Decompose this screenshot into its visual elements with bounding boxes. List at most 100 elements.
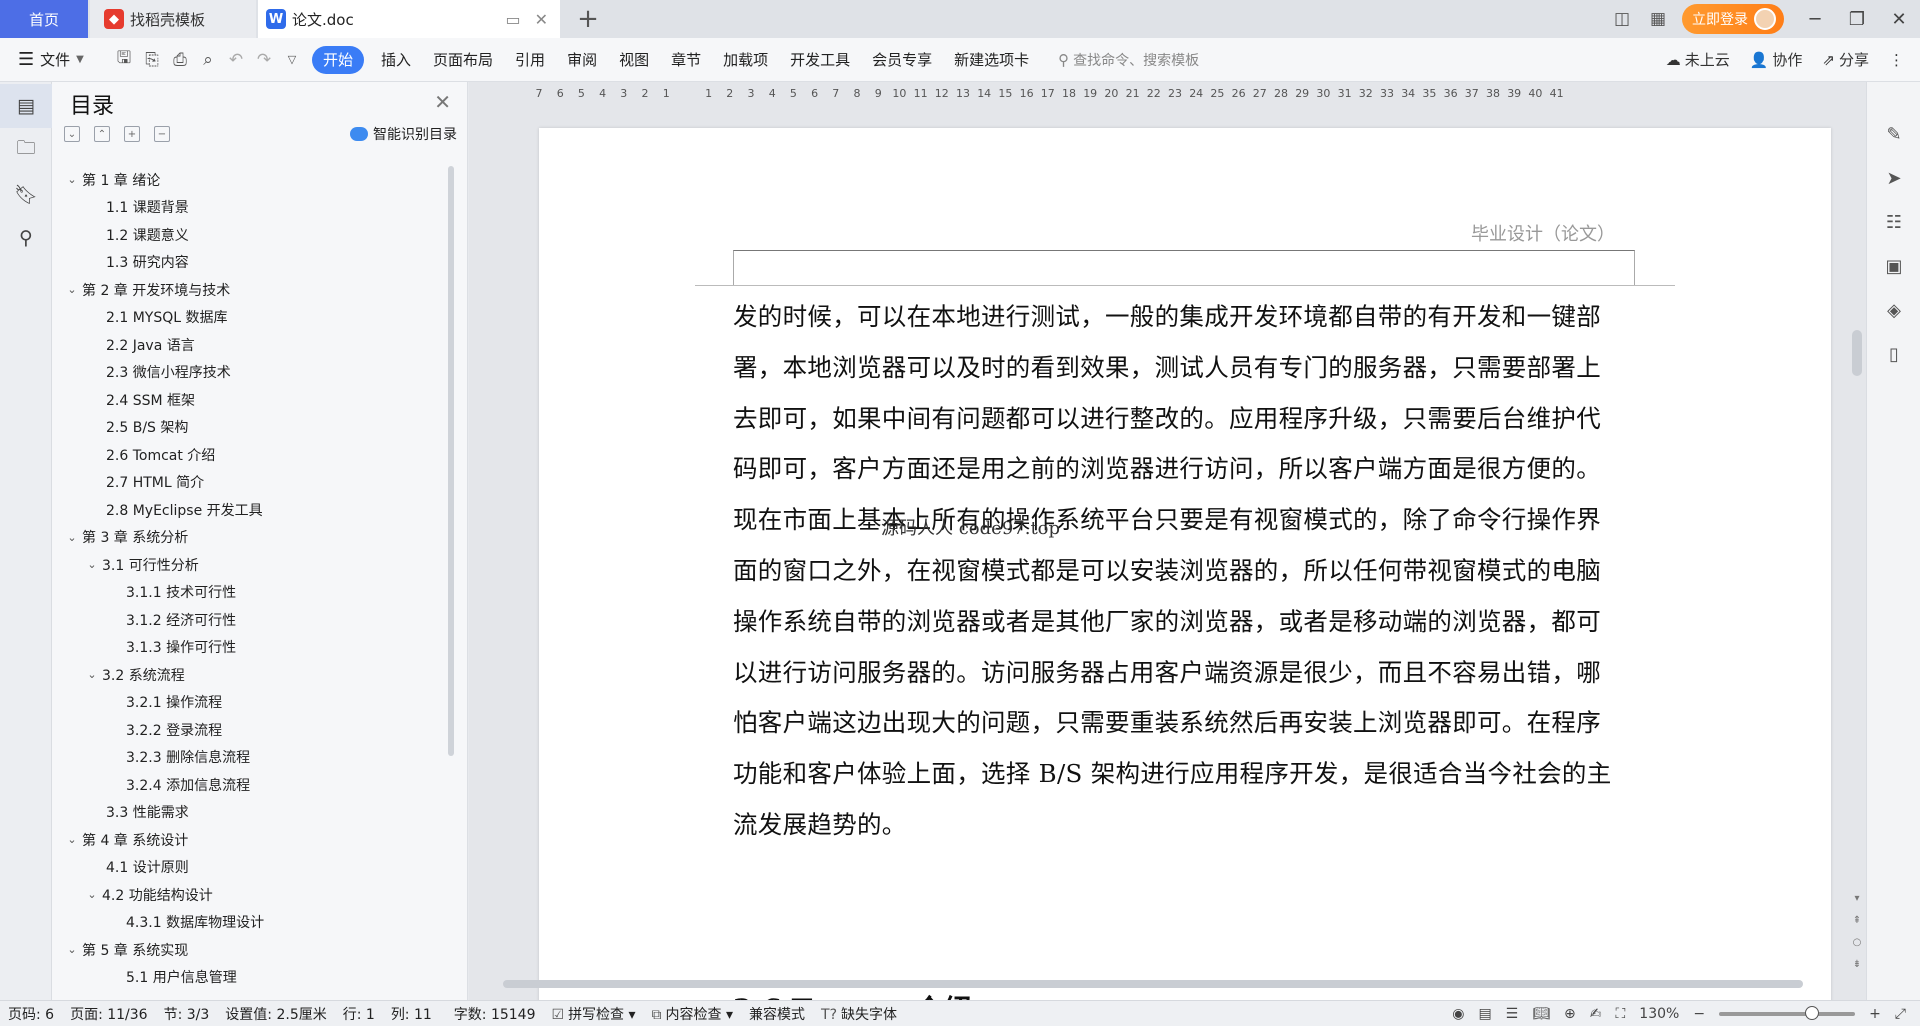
find-icon[interactable]: ⚲ (0, 216, 52, 260)
page-nav-arrows[interactable]: ▾ ⇞ ○ ⇟ (1848, 888, 1866, 976)
layout-toggle-icon[interactable]: ◫ (1607, 4, 1637, 34)
tab-view[interactable]: 视图 (608, 46, 660, 74)
toc-item[interactable]: 1.1 课题背景 (64, 194, 444, 222)
missing-font-button[interactable]: T? 缺失字体 (821, 1004, 897, 1024)
toc-item[interactable]: 2.6 Tomcat 介绍 (64, 441, 444, 469)
share-button[interactable]: ⇗ 分享 (1822, 49, 1869, 70)
toc-item[interactable]: 3.1.3 操作可行性 (64, 634, 444, 662)
toc-item[interactable]: 3.3 性能需求 (64, 799, 444, 827)
toc-item[interactable]: 2.8 MyEclipse 开发工具 (64, 496, 444, 524)
toc-item[interactable]: 5.1 用户信息管理 (64, 964, 444, 992)
zoom-slider[interactable] (1719, 1005, 1856, 1020)
toc-item[interactable]: 1.2 课题意义 (64, 221, 444, 249)
section-heading[interactable]: 2.6 Tomcat 介绍 (733, 988, 971, 1000)
spell-check-button[interactable]: ☑ 拼写检查 ▾ (552, 1004, 636, 1024)
tab-member[interactable]: 会员专享 (861, 46, 943, 74)
add-heading-icon[interactable]: + (124, 126, 140, 142)
toc-item[interactable]: 3.1.1 技术可行性 (64, 579, 444, 607)
toc-item[interactable]: ⌄ 3.2 系统流程 (64, 661, 444, 689)
tab-page-layout[interactable]: 页面布局 (422, 46, 504, 74)
body-text[interactable]: 发的时候，可以在本地进行测试，一般的集成开发环境都自带的有开发和一键部 署，本地浏… (733, 292, 1635, 851)
chevron-down-icon[interactable]: ⌄ (84, 558, 100, 571)
outline-view-icon[interactable]: ☰ (1506, 1006, 1519, 1022)
restore-icon[interactable]: ❐ (1836, 0, 1878, 38)
toc-item[interactable]: ⌄ 第 2 章 开发环境与技术 (64, 276, 444, 304)
tab-close-icon[interactable]: ✕ (535, 10, 548, 29)
login-button[interactable]: 立即登录 (1682, 4, 1784, 34)
close-window-icon[interactable]: ✕ (1878, 0, 1920, 38)
toc-item[interactable]: 1.3 研究内容 (64, 249, 444, 277)
content-check-button[interactable]: ⧉ 内容检查 ▾ (652, 1004, 733, 1024)
quick-access-more-icon[interactable]: ▽ (278, 46, 306, 74)
tab-developer[interactable]: 开发工具 (779, 46, 861, 74)
chevron-down-icon[interactable]: ⌄ (64, 531, 80, 544)
toc-panel-icon[interactable]: ▤ (0, 84, 52, 128)
chevron-down-icon[interactable]: ⌄ (64, 283, 80, 296)
status-page[interactable]: 页面: 11/36 (70, 1004, 148, 1024)
toc-item[interactable]: 2.5 B/S 架构 (64, 414, 444, 442)
horizontal-scroll-thumb[interactable] (503, 980, 1803, 988)
document-page[interactable]: 毕业设计（论文） 发的时候，可以在本地进行测试，一般的集成开发环境都自带的有开发… (539, 128, 1831, 1000)
read-view-icon[interactable]: 📖︎ (1532, 1006, 1550, 1022)
print-preview-icon[interactable]: ⌕ (194, 46, 222, 74)
tab-references[interactable]: 引用 (504, 46, 556, 74)
tab-start[interactable]: 开始 (312, 45, 365, 74)
chevron-down-icon[interactable]: ⌄ (64, 943, 80, 956)
toc-item[interactable]: 3.2.3 删除信息流程 (64, 744, 444, 772)
toc-item[interactable]: 4.3.1 数据库物理设计 (64, 909, 444, 937)
tab-template-store[interactable]: ◆ 找稻壳模板 (90, 0, 256, 38)
reader-icon[interactable]: ▯ (1867, 332, 1920, 376)
toc-item[interactable]: 2.1 MYSQL 数据库 (64, 304, 444, 332)
toc-item[interactable]: 2.2 Java 语言 (64, 331, 444, 359)
zoom-out-icon[interactable]: − (1693, 1006, 1705, 1022)
toc-item[interactable]: 2.3 微信小程序技术 (64, 359, 444, 387)
toc-item[interactable]: ⌄ 第 1 章 绪论 (64, 166, 444, 194)
remove-heading-icon[interactable]: − (154, 126, 170, 142)
toc-item[interactable]: 3.2.2 登录流程 (64, 716, 444, 744)
apps-grid-icon[interactable]: ▦ (1643, 4, 1673, 34)
undo-icon[interactable]: ↶ (222, 46, 250, 74)
web-view-icon[interactable]: ⊕ (1564, 1006, 1576, 1022)
write-mode-icon[interactable]: ✍ (1590, 1006, 1602, 1022)
tab-section[interactable]: 章节 (660, 46, 712, 74)
edit-pen-icon[interactable]: ✎ (1867, 112, 1920, 156)
toc-item[interactable]: ⌄ 第 5 章 系统实现 (64, 936, 444, 964)
redo-icon[interactable]: ↷ (250, 46, 278, 74)
tab-new-tab[interactable]: 新建选项卡 (943, 46, 1040, 74)
tab-review[interactable]: 审阅 (556, 46, 608, 74)
vertical-scrollbar[interactable]: ▾ ⇞ ○ ⇟ (1848, 82, 1866, 1000)
horizontal-ruler[interactable]: 7 6 5 4 3 2 1 1 2 3 4 5 6 7 8 9 10 11 12 13 14 15 16 17 18 19 20 21… (536, 82, 1829, 106)
chapter-nav-icon[interactable]: 🗀 (0, 128, 52, 172)
toc-item[interactable]: 3.2.4 添加信息流程 (64, 771, 444, 799)
toc-item[interactable]: ⌄ 第 4 章 系统设计 (64, 826, 444, 854)
compass-icon[interactable]: ◈ (1867, 288, 1920, 332)
toc-item[interactable]: ⌄ 第 3 章 系统分析 (64, 524, 444, 552)
save-icon[interactable]: 🖫 (110, 46, 138, 74)
select-cursor-icon[interactable]: ➤ (1867, 156, 1920, 200)
toc-item[interactable]: 2.4 SSM 框架 (64, 386, 444, 414)
adjust-sliders-icon[interactable]: ☷ (1867, 200, 1920, 244)
toc-item[interactable]: 4.1 设计原则 (64, 854, 444, 882)
tab-home[interactable]: 首页 (0, 0, 88, 38)
new-tab-button[interactable]: + (573, 4, 603, 34)
bookmark-icon[interactable]: 🔖︎ (0, 172, 52, 216)
chevron-down-icon[interactable]: ⌄ (84, 888, 100, 901)
chevron-down-icon[interactable]: ⌄ (64, 833, 80, 846)
image-tools-icon[interactable]: ▣ (1867, 244, 1920, 288)
export-pdf-icon[interactable]: ⎘ (138, 46, 166, 74)
toc-item[interactable]: 3.2.1 操作流程 (64, 689, 444, 717)
collaborate-button[interactable]: 👤 协作 (1750, 49, 1803, 70)
tab-document[interactable]: W 论文.doc ▭ ✕ (258, 0, 560, 38)
chevron-down-icon[interactable]: ⌄ (64, 173, 80, 186)
toc-item[interactable]: 3.1.2 经济可行性 (64, 606, 444, 634)
smart-toc-button[interactable]: 智能识别目录 (350, 124, 457, 144)
zoom-level[interactable]: 130% (1639, 1006, 1679, 1022)
collapse-all-icon[interactable]: ⌃ (94, 126, 110, 142)
more-menu-icon[interactable]: ⋮ (1889, 51, 1904, 69)
file-menu-button[interactable]: ☰ 文件 ▼ (18, 49, 110, 70)
close-icon[interactable]: ✕ (434, 90, 451, 114)
chevron-down-icon[interactable]: ⌄ (84, 668, 100, 681)
expand-all-icon[interactable]: ⌄ (64, 126, 80, 142)
toc-item[interactable]: ⌄ 4.2 功能结构设计 (64, 881, 444, 909)
cloud-status-button[interactable]: ☁ 未上云 (1666, 49, 1730, 70)
